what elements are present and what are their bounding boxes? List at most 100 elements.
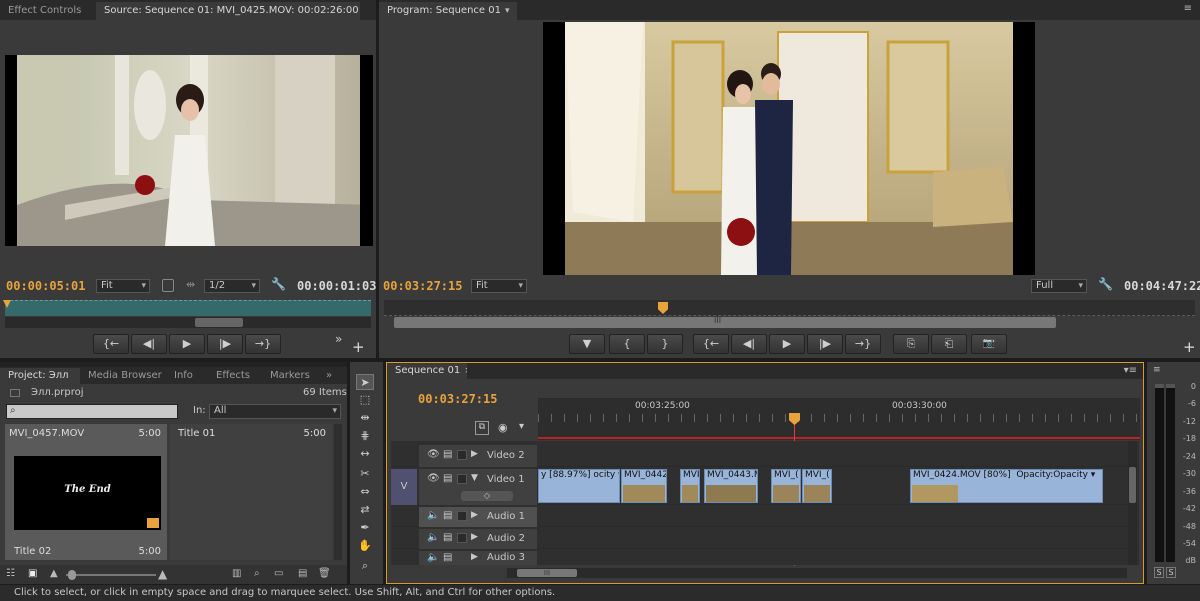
program-mark-out-button[interactable]: } (647, 334, 683, 354)
keyframe-controls[interactable]: ◇ (461, 491, 513, 501)
program-go-to-in-button[interactable]: {← (693, 334, 729, 354)
film-icon[interactable]: ▤ (443, 510, 452, 521)
source-go-to-in-button[interactable]: {← (93, 334, 129, 354)
tab-info[interactable]: Info (166, 368, 208, 384)
razor-tool-icon[interactable]: ✂ (356, 466, 374, 482)
tab-effect-controls[interactable]: Effect Controls (0, 2, 96, 20)
speaker-icon[interactable]: 🔈 (427, 532, 439, 543)
source-zoom-bar[interactable] (5, 317, 371, 328)
thumbnail-size-handle[interactable] (68, 570, 76, 580)
program-fit-select[interactable]: Fit (471, 279, 527, 293)
program-video-frame[interactable] (543, 22, 1035, 275)
lock-toggle[interactable] (457, 450, 467, 460)
tab-markers[interactable]: Markers (262, 368, 318, 384)
track-header[interactable]: 🔈 ▤ ▶ Audio 2 (419, 529, 537, 549)
tab-program[interactable]: Program: Sequence 01 ▾ (379, 2, 517, 20)
tab-effects[interactable]: Effects (208, 368, 262, 384)
automate-icon[interactable]: ▥ (232, 568, 241, 579)
film-icon[interactable]: ▤ (443, 473, 452, 484)
timeline-vertical-scrollbar[interactable] (1128, 441, 1137, 565)
lock-toggle[interactable] (457, 511, 467, 521)
source-resolution-select[interactable]: 1/2 (204, 279, 260, 293)
project-search-input[interactable]: ⌕ (6, 404, 178, 419)
linked-selection-icon[interactable]: ◉ (498, 421, 508, 434)
icon-view-icon[interactable]: ▣ (28, 568, 37, 579)
speaker-icon[interactable]: 🔈 (427, 510, 439, 521)
program-step-back-button[interactable]: ◀| (731, 334, 767, 354)
tab-project[interactable]: Project: Элл (0, 368, 80, 384)
source-go-to-out-button[interactable]: →} (245, 334, 281, 354)
program-zoom-bar[interactable]: III (394, 316, 1056, 328)
zoom-out-icon[interactable]: ▲ (50, 568, 58, 579)
source-step-forward-button[interactable]: |▶ (207, 334, 243, 354)
timeline-horizontal-scrollbar[interactable]: III (507, 568, 1127, 578)
new-bin-icon[interactable]: ▭ (274, 568, 283, 579)
program-play-button[interactable]: ▶ (769, 334, 805, 354)
timeline-hscroll-thumb[interactable]: III (517, 569, 577, 577)
expand-icon[interactable]: ▶ (471, 510, 478, 520)
source-fit-select[interactable]: Fit (96, 279, 150, 293)
project-in-select[interactable]: All (209, 404, 341, 419)
source-timeline-ruler[interactable] (5, 300, 371, 316)
program-wrench-icon[interactable]: 🔧 (1098, 277, 1113, 291)
program-tab-dropdown-icon[interactable]: ▾ (505, 2, 510, 20)
thumbnail-size-slider[interactable] (66, 570, 156, 580)
close-icon[interactable]: × (464, 363, 467, 379)
source-add-button[interactable]: + (352, 338, 365, 356)
zoom-tool-icon[interactable]: ⌕ (356, 558, 374, 574)
source-zoom-handle[interactable] (195, 318, 243, 327)
lock-toggle[interactable] (457, 533, 467, 543)
zoom-in-icon[interactable]: ▲ (158, 567, 167, 581)
track-header[interactable]: 👁 ▤ ▶ Video 2 (419, 445, 537, 467)
new-item-icon[interactable]: ▤ (298, 568, 307, 579)
source-play-button[interactable]: ▶ (169, 334, 205, 354)
timeline-ruler[interactable]: 00:03:25:00 00:03:30:00 (538, 398, 1140, 440)
snap-icon[interactable]: ⧉ (475, 421, 489, 435)
timeline-vscroll-thumb[interactable] (1129, 467, 1136, 503)
export-frame-icon[interactable] (162, 279, 174, 292)
clip[interactable]: MVI_0442 (621, 469, 667, 503)
program-timeline-ruler[interactable] (384, 300, 1195, 316)
wrench-icon[interactable]: 🔧 (271, 277, 286, 291)
program-panel-menu-icon[interactable]: ≡ (1184, 3, 1192, 14)
project-more-button[interactable]: » (318, 368, 336, 384)
selection-tool-icon[interactable]: ➤ (356, 374, 374, 390)
speaker-icon[interactable]: 🔈 (427, 552, 439, 563)
source-step-back-button[interactable]: ◀| (131, 334, 167, 354)
source-timecode-current[interactable]: 00:00:05:01 (6, 279, 85, 293)
program-add-button[interactable]: + (1183, 338, 1196, 356)
track-header[interactable]: 👁 ▤ ▼ Video 1 ◇ (419, 469, 537, 505)
expand-icon[interactable]: ▶ (471, 532, 478, 542)
source-more-button[interactable]: » (335, 332, 342, 346)
find-icon[interactable]: ⌕ (254, 568, 260, 579)
film-icon[interactable]: ▤ (443, 449, 452, 460)
project-item-card-selected[interactable]: MVI_0457.MOV 5:00 The End Title 02 5:00 (5, 424, 167, 560)
project-scrollbar[interactable] (334, 424, 342, 560)
rolling-edit-tool-icon[interactable]: ⋕ (356, 428, 374, 444)
clip[interactable]: y [88.97%] ocity ▾ (538, 469, 620, 503)
program-add-marker-button[interactable]: ▼ (569, 334, 605, 354)
program-timecode-current[interactable]: 00:03:27:15 (383, 279, 462, 293)
program-step-forward-button[interactable]: |▶ (807, 334, 843, 354)
expand-icon[interactable]: ▶ (471, 552, 478, 562)
project-item-card[interactable]: Title 01 5:00 (170, 424, 332, 560)
track-target-v[interactable]: V (391, 469, 417, 505)
slide-tool-icon[interactable]: ⇄ (356, 502, 374, 518)
slip-tool-icon[interactable]: ⇔ (356, 484, 374, 500)
clip[interactable]: MVI_0443.M (704, 469, 758, 503)
add-marker-icon[interactable]: ▾ (519, 421, 524, 432)
trash-icon[interactable]: 🗑 (318, 568, 331, 579)
film-icon[interactable]: ▤ (443, 532, 452, 543)
program-quality-select[interactable]: Full (1031, 279, 1087, 293)
clip[interactable]: MVI_0424.MOV [80%] Opacity:Opacity ▾ (910, 469, 1103, 503)
timeline-panel-menu-icon[interactable]: ▾≡ (1124, 365, 1137, 376)
program-go-to-out-button[interactable]: →} (845, 334, 881, 354)
track-select-tool-icon[interactable]: ⬚ (356, 392, 374, 408)
ripple-edit-tool-icon[interactable]: ⇹ (356, 410, 374, 426)
tab-media-browser[interactable]: Media Browser (80, 368, 166, 384)
clip[interactable]: MVI (680, 469, 700, 503)
expand-icon[interactable]: ▶ (471, 449, 478, 459)
film-icon[interactable]: ▤ (443, 552, 452, 563)
solo-button-left[interactable]: S (1154, 567, 1164, 578)
collapse-icon[interactable]: ▼ (471, 473, 478, 483)
